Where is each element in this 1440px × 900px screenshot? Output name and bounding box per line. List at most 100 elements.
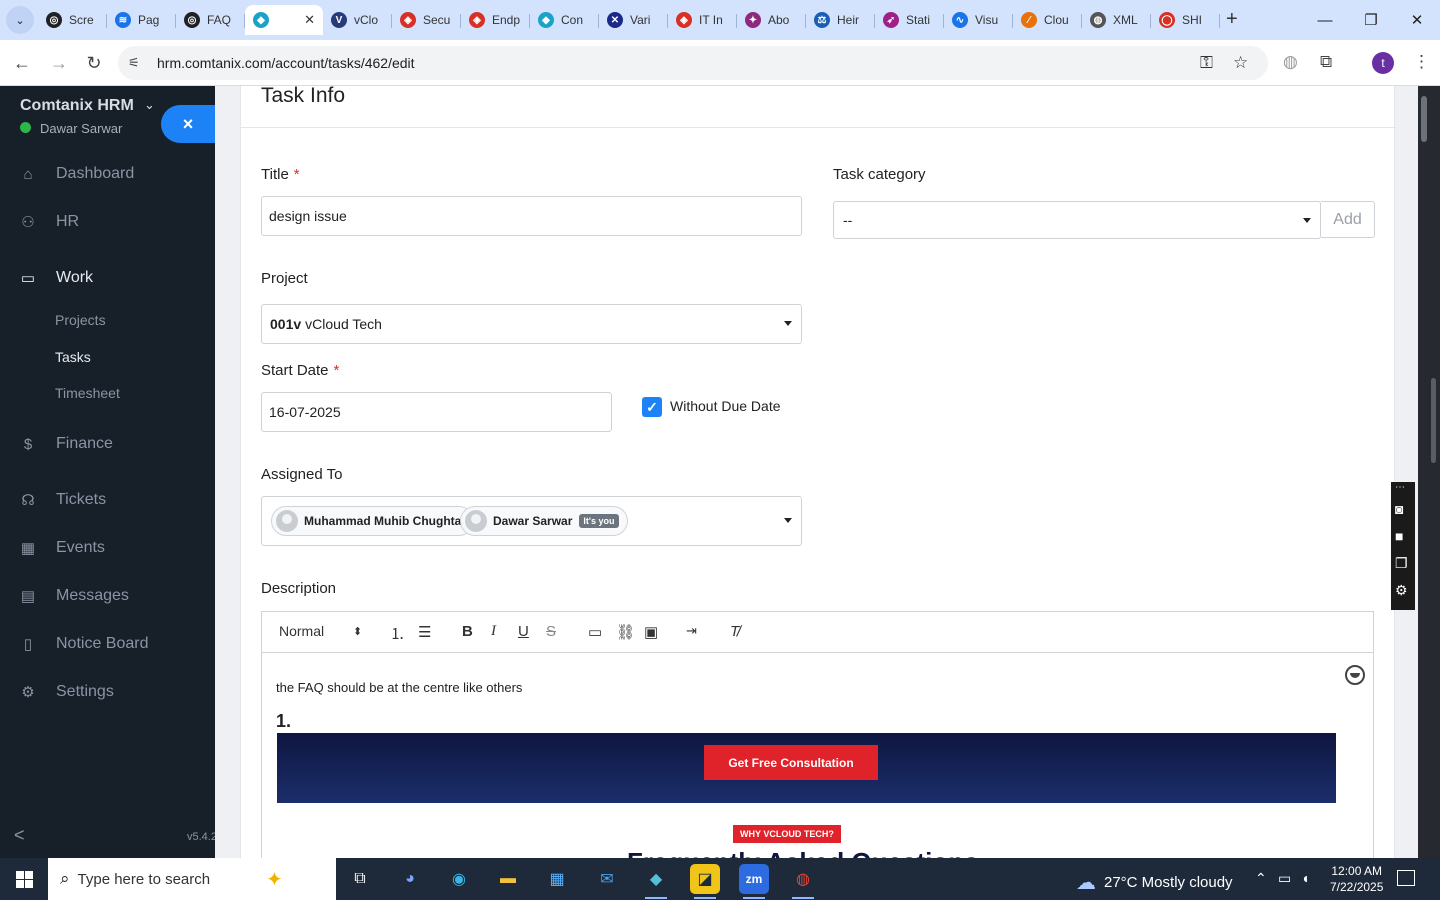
sidebar-item-settings[interactable]: ⚙ Settings [0, 677, 215, 707]
volume-icon[interactable]: ◖ [1301, 870, 1309, 886]
browser-tab[interactable]: ◈ Endp [461, 5, 530, 35]
browser-tab[interactable]: ✦ Abo [737, 5, 806, 35]
sticky-notes-icon[interactable]: ◪ [690, 864, 720, 899]
new-tab-button[interactable]: + [1226, 9, 1238, 29]
sidebar-item-tickets[interactable]: ☊ Tickets [0, 485, 215, 515]
copilot-icon[interactable]: ◕ [395, 864, 425, 894]
without-due-date-checkbox[interactable]: ✓ [642, 397, 662, 417]
extensions-icon[interactable]: ⧉ [1320, 52, 1332, 72]
ordered-list-icon[interactable]: ⒈ [390, 623, 405, 644]
weather-widget[interactable]: ☁ 27°C Mostly cloudy [1076, 870, 1233, 895]
required-mark: * [333, 362, 340, 379]
browser-tab[interactable]: ◆ Con [530, 5, 599, 35]
mail-icon[interactable]: ✉ [592, 864, 622, 894]
sidebar-subitem-tasks[interactable]: Tasks [55, 349, 91, 365]
chrome-icon[interactable]: ◍ [788, 864, 818, 899]
start-button[interactable] [0, 858, 48, 900]
without-due-date-label[interactable]: Without Due Date [670, 398, 781, 414]
browser-tab[interactable]: ⁄ Clou [1013, 5, 1082, 35]
emoji-icon[interactable] [1345, 665, 1365, 685]
chevron-down-icon[interactable]: ⌄ [144, 97, 155, 113]
sidebar-subitem-timesheet[interactable]: Timesheet [55, 385, 120, 401]
close-sidebar-button[interactable]: × [161, 105, 215, 143]
sidebar-item-dashboard[interactable]: ⌂ Dashboard [0, 159, 215, 189]
link-icon[interactable]: ⛓ [616, 623, 635, 641]
clear-format-icon[interactable]: T̸ [730, 623, 739, 640]
project-select[interactable]: 001v vCloud Tech [261, 304, 802, 344]
video-icon[interactable]: ▣ [644, 623, 658, 641]
back-button[interactable]: ← [10, 51, 34, 75]
chrome-menu-icon[interactable]: ⋮ [1413, 52, 1430, 72]
forward-button[interactable]: → [47, 51, 71, 75]
add-category-button[interactable]: Add [1321, 201, 1375, 238]
camera-icon[interactable]: ◙ [1395, 501, 1403, 517]
file-explorer-icon[interactable]: ▬ [493, 864, 523, 894]
collapse-sidebar-icon[interactable]: < [14, 825, 25, 846]
edge-icon[interactable]: ◉ [444, 864, 474, 894]
browser-tab[interactable]: ◍ XML [1082, 5, 1151, 35]
close-window-button[interactable]: ✕ [1394, 0, 1440, 40]
more-icon[interactable]: ⋯ [1395, 482, 1405, 493]
italic-icon[interactable]: I [491, 623, 496, 640]
outer-scrollbar-thumb[interactable] [1431, 378, 1436, 463]
notifications-icon[interactable] [1397, 870, 1415, 886]
start-date-input[interactable]: 16-07-2025 [261, 392, 612, 432]
browser-tab[interactable]: ⚖ Heir [806, 5, 875, 35]
sidebar-item-finance[interactable]: $ Finance [0, 429, 215, 459]
browser-tab[interactable]: ➶ Stati [875, 5, 944, 35]
browser-tab[interactable]: ✕ Vari [599, 5, 668, 35]
format-select[interactable]: Normal [279, 623, 324, 639]
zoom-icon[interactable]: zm [739, 864, 769, 899]
title-input[interactable]: design issue [261, 196, 802, 236]
browser-tab[interactable]: ◈ Secu [392, 5, 461, 35]
browser-tab[interactable]: ∿ Visu [944, 5, 1013, 35]
system-clock[interactable]: 12:00 AM 7/22/2025 [1330, 863, 1383, 895]
browser-tab[interactable]: ≋ Pag [107, 5, 176, 35]
sidebar-item-work[interactable]: ▭ Work [0, 263, 215, 293]
browser-tab[interactable]: ◯ SHI [1151, 5, 1220, 35]
assignee-chip[interactable]: Dawar Sarwar It's you [460, 506, 628, 536]
format-select-arrows-icon[interactable]: ⬍ [353, 625, 362, 638]
sidebar-item-hr[interactable]: ⚇ HR [0, 207, 215, 237]
translate-icon[interactable]: ◍ [1283, 52, 1298, 72]
reload-button[interactable]: ↻ [82, 51, 106, 75]
browser-tab[interactable]: ◎ Scre [38, 5, 107, 35]
password-key-icon[interactable]: ⚿ [1200, 53, 1213, 73]
scrollbar-thumb[interactable] [1421, 96, 1427, 142]
sidebar-item-notice-board[interactable]: ▯ Notice Board [0, 629, 215, 659]
assignee-chip[interactable]: Muhammad Muhib Chughtai [271, 506, 474, 536]
image-icon[interactable]: ▭ [588, 623, 602, 641]
task-view-icon[interactable]: ⧉ [345, 864, 375, 894]
tab-search-button[interactable]: ⌄ [6, 6, 34, 34]
task-category-select[interactable]: -- [833, 201, 1321, 239]
bullet-list-icon[interactable]: ☰ [418, 623, 431, 641]
address-bar[interactable]: ⚟ hrm.comtanix.com/account/tasks/462/edi… [118, 46, 1268, 80]
taskbar-search[interactable]: ⌕ Type here to search ✦ [48, 858, 336, 900]
maximize-button[interactable]: ❐ [1348, 0, 1394, 40]
browser-tab[interactable]: ◆ ✕ [245, 5, 323, 35]
strikethrough-icon[interactable]: S [546, 623, 556, 640]
underline-icon[interactable]: U [518, 623, 529, 640]
sidebar-subitem-projects[interactable]: Projects [55, 312, 106, 328]
indent-icon[interactable]: ⇥ [686, 623, 697, 639]
minimize-button[interactable]: — [1302, 0, 1348, 40]
browser-tab[interactable]: VvClo [323, 5, 392, 35]
sidebar-item-events[interactable]: ▦ Events [0, 533, 215, 563]
store-icon[interactable]: ▦ [542, 864, 572, 894]
windows-icon[interactable]: ❐ [1395, 555, 1408, 572]
bold-icon[interactable]: B [462, 623, 473, 640]
sidebar-item-messages[interactable]: ▤ Messages [0, 581, 215, 611]
profile-avatar[interactable]: t [1372, 52, 1394, 74]
page-scrollbar[interactable] [1418, 86, 1440, 858]
video-camera-icon[interactable]: ■ [1395, 528, 1403, 544]
app-icon[interactable]: ◆ [641, 864, 671, 899]
bookmark-star-icon[interactable]: ☆ [1233, 53, 1248, 73]
description-editor[interactable]: Normal ⬍ ⒈ ☰ B I U S ▭ ⛓ ▣ ⇥ T̸ the FAQ … [261, 611, 1374, 877]
site-settings-icon[interactable]: ⚟ [128, 55, 140, 71]
gear-icon[interactable]: ⚙ [1395, 582, 1408, 599]
close-tab-icon[interactable]: ✕ [304, 12, 315, 28]
network-icon[interactable]: ▭ [1278, 870, 1291, 887]
chevron-up-icon[interactable]: ⌃ [1255, 870, 1267, 887]
browser-tab[interactable]: ◎ FAQ [176, 5, 245, 35]
browser-tab[interactable]: ◈ IT In [668, 5, 737, 35]
